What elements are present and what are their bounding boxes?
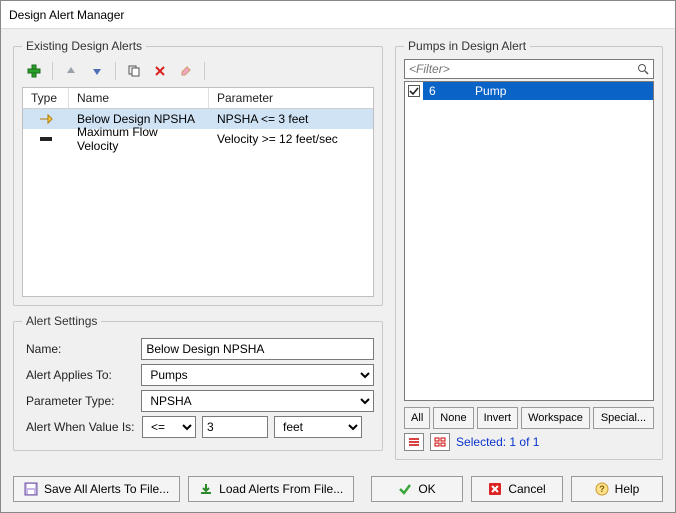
- view-grid-icon[interactable]: [430, 433, 450, 451]
- select-none-button[interactable]: None: [433, 407, 473, 429]
- load-alerts-button[interactable]: Load Alerts From File...: [188, 476, 354, 502]
- existing-alerts-legend: Existing Design Alerts: [22, 39, 146, 53]
- delete-alert-button[interactable]: [150, 61, 170, 81]
- col-header-type[interactable]: Type: [23, 88, 69, 108]
- bottom-button-bar: Save All Alerts To File... Load Alerts F…: [13, 476, 663, 502]
- item-id: 6: [423, 84, 463, 98]
- move-up-button[interactable]: [61, 61, 81, 81]
- alert-settings-legend: Alert Settings: [22, 314, 101, 328]
- save-all-alerts-button[interactable]: Save All Alerts To File...: [13, 476, 180, 502]
- check-icon: [398, 482, 412, 496]
- operator-select[interactable]: <=: [142, 416, 196, 438]
- pumps-list[interactable]: 6 Pump: [404, 81, 654, 401]
- selection-buttons-row: All None Invert Workspace Special...: [404, 407, 654, 429]
- ok-button[interactable]: OK: [371, 476, 463, 502]
- save-all-label: Save All Alerts To File...: [44, 482, 169, 496]
- selected-count-text: Selected: 1 of 1: [456, 435, 539, 449]
- filter-row[interactable]: [404, 59, 654, 79]
- threshold-value-field[interactable]: [202, 416, 268, 438]
- alert-row-param: NPSHA <= 3 feet: [209, 112, 373, 126]
- alerts-table-header: Type Name Parameter: [23, 88, 373, 109]
- param-type-select[interactable]: NPSHA: [141, 390, 374, 412]
- label-when: Alert When Value Is:: [22, 420, 142, 434]
- pumps-panel-legend: Pumps in Design Alert: [404, 39, 530, 53]
- ok-label: OK: [418, 482, 435, 496]
- copy-alert-button[interactable]: [124, 61, 144, 81]
- erase-alert-button[interactable]: [176, 61, 196, 81]
- col-header-parameter[interactable]: Parameter: [209, 88, 373, 108]
- titlebar: Design Alert Manager: [1, 1, 675, 29]
- alert-row-name: Maximum Flow Velocity: [69, 125, 209, 153]
- existing-alerts-group: Existing Design Alerts: [13, 39, 383, 306]
- select-workspace-button[interactable]: Workspace: [521, 407, 590, 429]
- download-icon: [199, 482, 213, 496]
- alert-row-param: Velocity >= 12 feet/sec: [209, 132, 373, 146]
- label-name: Name:: [22, 342, 141, 356]
- list-item[interactable]: 6 Pump: [405, 82, 653, 100]
- col-header-name[interactable]: Name: [69, 88, 209, 108]
- item-name: Pump: [463, 84, 653, 98]
- cancel-label: Cancel: [508, 482, 545, 496]
- help-icon: ?: [595, 482, 609, 496]
- window-title: Design Alert Manager: [9, 8, 124, 22]
- alert-type-icon: [23, 113, 69, 125]
- save-icon: [24, 482, 38, 496]
- select-invert-button[interactable]: Invert: [477, 407, 519, 429]
- design-alert-manager-window: Design Alert Manager Existing Design Ale…: [0, 0, 676, 513]
- view-list-icon[interactable]: [404, 433, 424, 451]
- pumps-in-alert-group: Pumps in Design Alert 6: [395, 39, 663, 460]
- table-row[interactable]: Maximum Flow Velocity Velocity >= 12 fee…: [23, 129, 373, 149]
- label-applies-to: Alert Applies To:: [22, 368, 141, 382]
- add-alert-button[interactable]: [24, 61, 44, 81]
- applies-to-select[interactable]: Pumps: [141, 364, 374, 386]
- select-all-button[interactable]: All: [404, 407, 430, 429]
- alerts-table[interactable]: Type Name Parameter Below Design NPSHA N…: [22, 87, 374, 297]
- alerts-toolbar: [22, 59, 374, 87]
- alert-row-name: Below Design NPSHA: [69, 112, 209, 126]
- label-param-type: Parameter Type:: [22, 394, 141, 408]
- move-down-button[interactable]: [87, 61, 107, 81]
- help-label: Help: [615, 482, 640, 496]
- unit-select[interactable]: feet: [274, 416, 362, 438]
- svg-text:?: ?: [599, 484, 605, 494]
- help-button[interactable]: ? Help: [571, 476, 663, 502]
- cancel-button[interactable]: Cancel: [471, 476, 563, 502]
- search-icon[interactable]: [637, 63, 649, 75]
- item-checkbox[interactable]: [405, 82, 423, 100]
- name-field[interactable]: [141, 338, 374, 360]
- cancel-icon: [488, 482, 502, 496]
- load-label: Load Alerts From File...: [219, 482, 343, 496]
- alert-type-icon: [23, 134, 69, 144]
- select-special-button[interactable]: Special...: [593, 407, 654, 429]
- selection-summary-row: Selected: 1 of 1: [404, 433, 654, 451]
- filter-input[interactable]: [409, 61, 637, 77]
- alert-settings-group: Alert Settings Name: Alert Applies To: P…: [13, 314, 383, 451]
